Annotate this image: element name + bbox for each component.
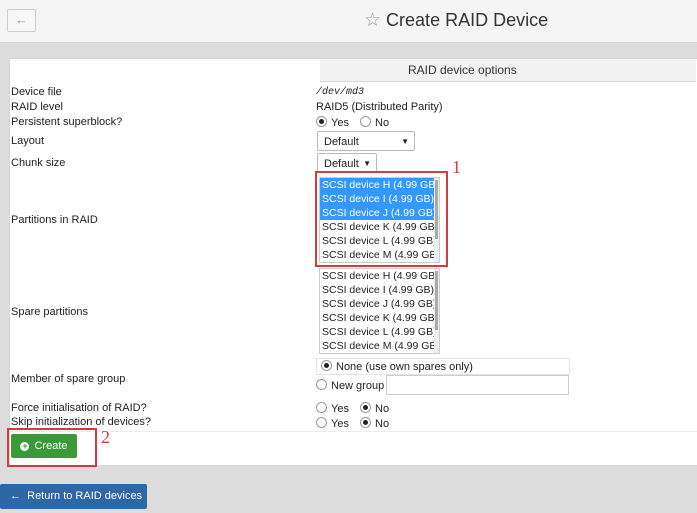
- chevron-down-icon: ▼: [401, 137, 409, 146]
- skip-init-yes-radio[interactable]: [316, 417, 327, 428]
- chunk-size-select[interactable]: Default ▼: [317, 153, 377, 173]
- annotation-box-2: [7, 428, 97, 467]
- list-item[interactable]: SCSI device J (4.99 GB): [320, 297, 439, 311]
- layout-select[interactable]: Default ▼: [317, 131, 415, 151]
- spare-group-label: Member of spare group: [11, 373, 126, 385]
- spare-group-new-radio[interactable]: [316, 379, 327, 390]
- superblock-label: Persistent superblock?: [11, 116, 123, 128]
- partitions-label: Partitions in RAID: [11, 214, 98, 226]
- raid-options-panel: RAID device options Device file /dev/md3…: [9, 58, 697, 466]
- list-item[interactable]: SCSI device L (4.99 GB): [320, 325, 439, 339]
- page-title: ☆ Create RAID Device: [364, 10, 549, 31]
- arrow-left-icon: ←: [15, 12, 28, 27]
- force-init-no-radio[interactable]: [360, 402, 372, 413]
- arrow-left-icon: ←: [10, 490, 21, 502]
- annotation-number-2: 2: [101, 427, 110, 447]
- force-init-yes-radio[interactable]: [316, 402, 327, 413]
- superblock-options: Yes No: [316, 116, 389, 129]
- page-header: ← ☆ Create RAID Device: [0, 0, 697, 43]
- force-init-label: Force initialisation of RAID?: [11, 402, 147, 414]
- list-item[interactable]: SCSI device H (4.99 GB): [320, 269, 439, 283]
- form-divider: [10, 431, 697, 432]
- force-init-options: Yes No: [316, 402, 389, 415]
- superblock-yes-radio[interactable]: [316, 116, 327, 127]
- layout-label: Layout: [11, 135, 45, 147]
- list-item[interactable]: SCSI device I (4.99 GB): [320, 283, 439, 297]
- annotation-number-1: 1: [452, 157, 461, 177]
- skip-init-options: Yes No: [316, 417, 389, 430]
- spare-group-new-row: New group: [316, 379, 384, 392]
- list-item[interactable]: SCSI device K (4.99 GB): [320, 311, 439, 325]
- superblock-no-radio[interactable]: [360, 116, 372, 127]
- spare-group-none-row: None (use own spares only): [316, 358, 570, 375]
- spare-partitions-label: Spare partitions: [11, 306, 89, 318]
- raid-level-value: RAID5 (Distributed Parity): [316, 101, 443, 113]
- back-button[interactable]: ←: [7, 9, 36, 32]
- return-to-raid-devices-button[interactable]: ← Return to RAID devices: [0, 484, 147, 509]
- spare-group-none-radio[interactable]: [321, 360, 332, 371]
- list-item[interactable]: SCSI device M (4.99 GB): [320, 339, 439, 353]
- device-file-value: /dev/md3: [316, 87, 365, 98]
- star-icon[interactable]: ☆: [364, 10, 381, 31]
- new-group-input[interactable]: [386, 375, 569, 395]
- device-file-label: Device file: [11, 86, 62, 98]
- spare-partitions-listbox[interactable]: SCSI device H (4.99 GB) SCSI device I (4…: [319, 268, 440, 354]
- chunk-size-label: Chunk size: [11, 157, 66, 169]
- raid-level-label: RAID level: [11, 101, 63, 113]
- skip-init-label: Skip initialization of devices?: [11, 416, 152, 428]
- annotation-box-1: [315, 171, 448, 267]
- panel-title: RAID device options: [408, 63, 517, 77]
- scrollbar[interactable]: [434, 269, 439, 353]
- skip-init-no-radio[interactable]: [360, 417, 372, 428]
